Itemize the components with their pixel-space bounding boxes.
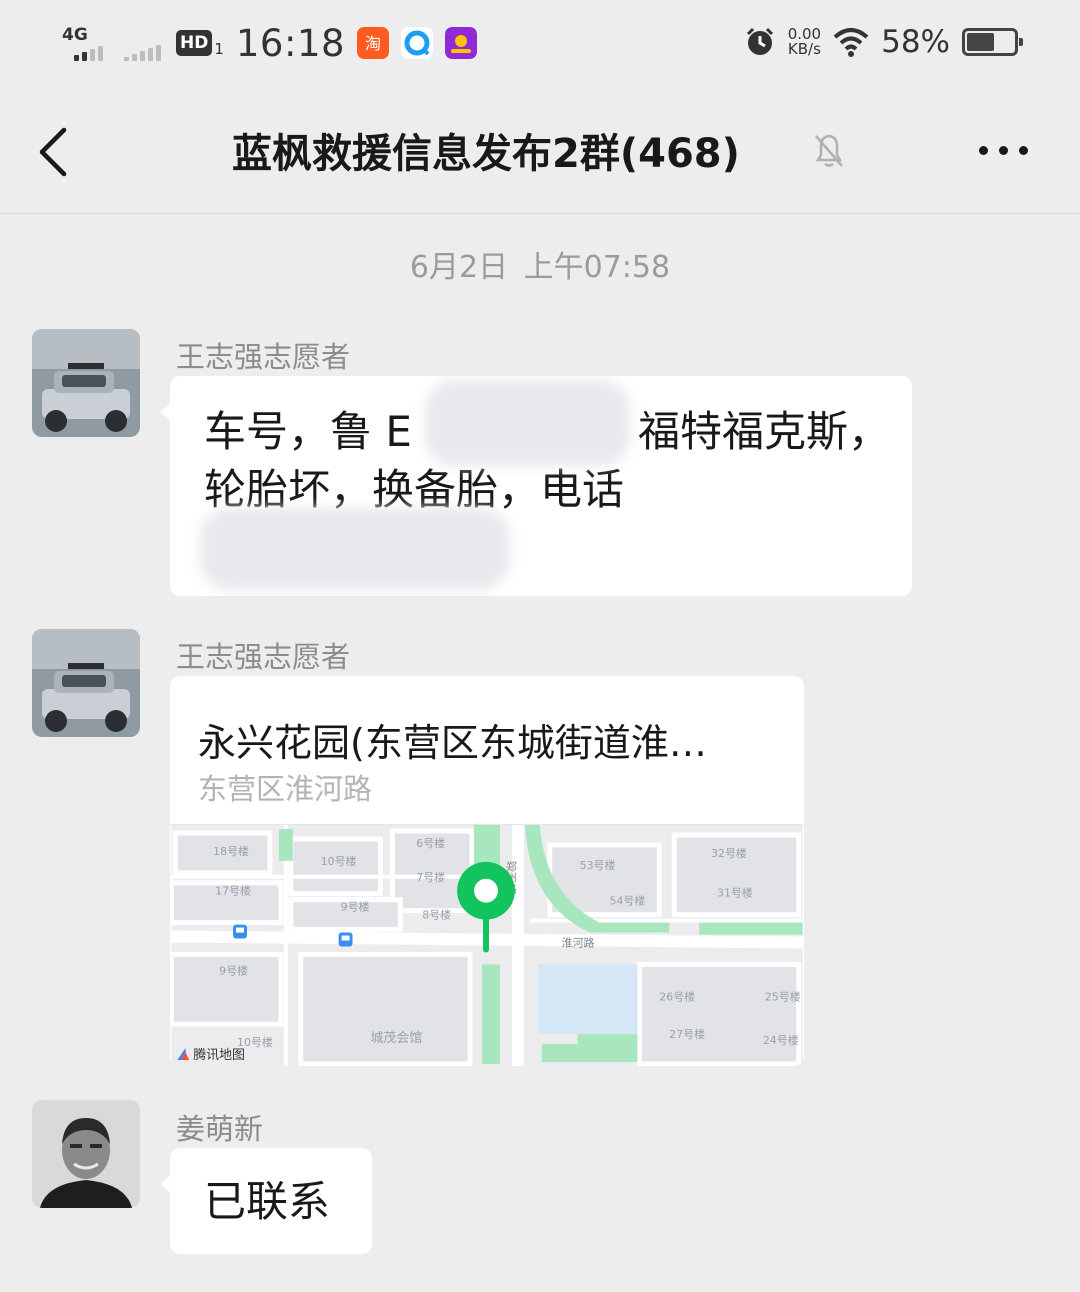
signal-sim2-icon: [124, 23, 164, 63]
message-bubble[interactable]: 车号，鲁 E 福特福克斯， 轮胎坏，换备胎，电话: [160, 376, 912, 596]
map-label: 32号楼: [711, 846, 747, 860]
taobao-app-icon: 淘: [357, 27, 390, 59]
location-map[interactable]: 18号楼 10号楼 6号楼 7号楼 17号楼 9号楼 8号楼 9号楼 53号楼 …: [170, 824, 804, 1066]
chat-title: 蓝枫救援信息发布2群(468): [232, 131, 740, 177]
bus-stop-icon: [233, 924, 247, 939]
network-speed: 0.00 KB/s: [788, 27, 821, 57]
map-label: 27号楼: [669, 1027, 705, 1041]
map-label: 10号楼: [321, 854, 357, 868]
svg-text:淘: 淘: [365, 34, 381, 53]
map-label: 25号楼: [765, 989, 801, 1003]
chat-header: 蓝枫救援信息发布2群(468): [0, 90, 1080, 214]
redacted-plate: [425, 380, 630, 466]
message-bubble[interactable]: 已联系: [160, 1148, 372, 1254]
road-label: 淮河路: [562, 936, 595, 949]
battery-icon: [962, 28, 1023, 56]
sim-index: 1: [214, 40, 224, 58]
message-line: 车号，鲁 E: [204, 407, 412, 456]
hd-voice-icon: HD: [176, 30, 213, 56]
sender-name: 王志强志愿者: [176, 340, 351, 374]
map-brand: 腾讯地图: [193, 1047, 245, 1063]
message-timestamp: 6月2日 上午07:58: [409, 250, 671, 285]
map-label: 17号楼: [215, 884, 251, 898]
location-title: 永兴花园(东营区东城街道淮…: [198, 721, 707, 765]
signal-4g-icon: 4G: [62, 23, 112, 63]
map-label: 8号楼: [422, 908, 451, 922]
more-options-button[interactable]: [972, 130, 1034, 170]
avatar[interactable]: [32, 629, 140, 737]
redacted-phone: [200, 508, 510, 590]
map-label: 24号楼: [763, 1033, 799, 1047]
status-bar: 4G HD 1 16:18 淘 0.00 KB/s 58%: [0, 0, 1080, 90]
avatar[interactable]: [32, 329, 140, 437]
battery-percent: 58%: [881, 24, 950, 60]
speed-unit: KB/s: [787, 40, 821, 58]
map-label: 6号楼: [416, 836, 445, 850]
location-card[interactable]: 永兴花园(东营区东城街道淮… 东营区淮河路 18号楼 10号楼 6号楼 7号楼 …: [170, 676, 804, 1066]
sender-name: 姜萌新: [176, 1112, 264, 1146]
map-label: 31号楼: [717, 886, 753, 900]
bus-stop-icon: [338, 932, 353, 947]
status-time: 16:18: [235, 21, 346, 65]
map-label: 9号楼: [219, 963, 248, 977]
map-label: 53号楼: [580, 858, 616, 872]
mute-bell-icon: [815, 134, 843, 167]
avatar[interactable]: [32, 1100, 140, 1208]
map-label: 26号楼: [659, 989, 695, 1003]
map-label: 城茂会馆: [370, 1031, 422, 1046]
back-arrow-icon[interactable]: [36, 126, 76, 178]
sun-app-icon: [445, 27, 478, 59]
message-text: 已联系: [204, 1177, 331, 1226]
map-label: 54号楼: [609, 894, 645, 908]
network-type: 4G: [62, 25, 88, 45]
alarm-icon: [746, 27, 773, 55]
sender-name: 王志强志愿者: [176, 640, 351, 674]
map-label: 7号楼: [416, 870, 445, 884]
message-line: 福特福克斯，: [638, 407, 891, 456]
browser-app-icon: [401, 27, 434, 59]
map-label: 9号楼: [341, 900, 370, 914]
wifi-icon: [833, 28, 869, 57]
map-label: 18号楼: [213, 844, 249, 858]
location-address: 东营区淮河路: [198, 772, 373, 806]
map-label: 10号楼: [237, 1035, 273, 1049]
